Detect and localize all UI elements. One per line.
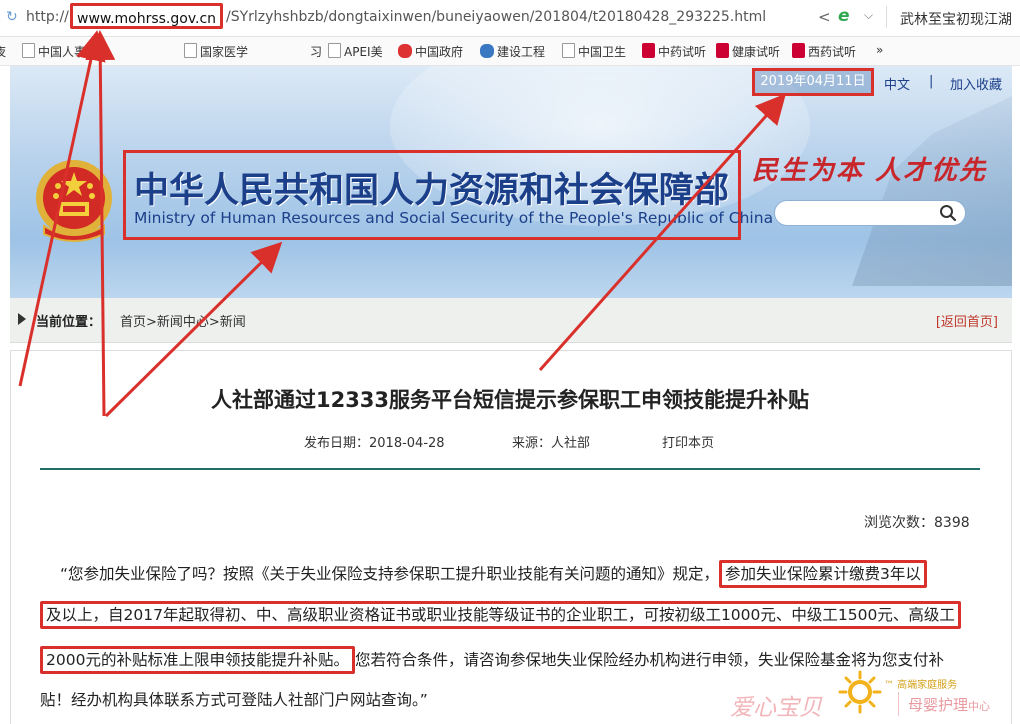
site-date-highlight: 2019年04月11日	[752, 68, 874, 96]
national-emblem-icon	[36, 160, 112, 242]
site-search-input[interactable]	[774, 200, 966, 226]
bookmark-item[interactable]: 建设工程	[480, 43, 545, 60]
add-favorite-link[interactable]: 加入收藏	[950, 74, 1002, 93]
title-divider	[40, 468, 980, 470]
publish-date: 发布日期：2018-04-28	[304, 436, 445, 451]
globe-icon	[480, 44, 494, 58]
highlighted-text: 参加失业保险累计缴费3年以	[719, 560, 927, 588]
play-icon	[642, 43, 655, 58]
watermark-brand: 母婴护理中心	[908, 696, 991, 714]
divider	[898, 692, 899, 716]
share-icon[interactable]: <	[818, 8, 831, 26]
divider: |	[929, 74, 934, 89]
article-source: 来源：人社部	[512, 436, 591, 451]
search-engine-icon[interactable]: e	[838, 6, 850, 26]
search-icon[interactable]	[939, 204, 957, 222]
great-wall-decoration	[852, 96, 1012, 286]
bookmark-fragment[interactable]: 习	[310, 43, 322, 60]
paragraph-line: 及以上，自2017年起取得初、中、高级职业资格证书或职业技能等级证书的企业职工，…	[40, 601, 961, 629]
ministry-title-en: Ministry of Human Resources and Social S…	[134, 209, 774, 227]
paragraph-line: 2000元的补贴标准上限申领技能提升补贴。 您若符合条件，请咨询参保地失业保险经办…	[40, 646, 944, 674]
bookmark-item[interactable]: 中国政府	[398, 43, 463, 60]
bookmark-item[interactable]: 中国人事	[22, 43, 86, 60]
url-domain-highlighted: www.mohrss.gov.cn	[70, 3, 224, 29]
sun-logo-icon	[838, 670, 882, 714]
back-home-link[interactable]: [返回首页]	[936, 311, 998, 330]
highlighted-text: 及以上，自2017年起取得初、中、高级职业资格证书或职业技能等级证书的企业职工，…	[40, 601, 961, 629]
play-icon	[716, 43, 729, 58]
breadcrumb-path[interactable]: 首页>新闻中心>新闻	[120, 311, 246, 330]
page-icon	[562, 43, 575, 58]
url-path: /SYrlzyhshbzb/dongtaixinwen/buneiyaowen/…	[226, 9, 767, 25]
page-icon	[184, 43, 197, 58]
refresh-icon[interactable]: ↻	[6, 10, 20, 24]
page-icon	[328, 43, 341, 58]
watermark-text: 爱心宝贝	[730, 695, 822, 721]
bookmark-item[interactable]: 健康试听	[716, 43, 780, 60]
bookmark-item[interactable]: 国家医学	[184, 43, 248, 60]
divider	[886, 6, 887, 28]
bookmarks-bar: 夜 中国人事 国家医学 习 APEI美 中国政府 建设工程 中国卫生 中药试听 …	[0, 37, 1020, 66]
play-icon	[18, 313, 26, 325]
url-protocol: http://	[26, 9, 69, 25]
emblem-icon	[398, 44, 412, 58]
play-icon	[792, 43, 805, 58]
chevron-down-icon[interactable]: ⌵	[864, 8, 873, 23]
bookmark-item[interactable]: APEI美	[328, 43, 383, 60]
view-count: 浏览次数：8398	[864, 515, 970, 531]
site-header: 中华人民共和国人力资源和社会保障部 Ministry of Human Reso…	[10, 66, 1012, 298]
watermark-tagline: ™ 高端家庭服务	[884, 680, 958, 691]
bookmark-item[interactable]: 中国卫生	[562, 43, 626, 60]
site-slogan: 民生为本 人才优先	[752, 156, 988, 186]
print-link[interactable]: 打印本页	[662, 432, 714, 451]
address-bar[interactable]: ↻ http:// www.mohrss.gov.cn /SYrlzyhshbz…	[0, 0, 1020, 37]
ministry-title-cn: 中华人民共和国人力资源和社会保障部	[134, 171, 730, 211]
page-icon	[22, 43, 35, 58]
bookmark-fragment[interactable]: 夜	[0, 43, 6, 60]
paragraph-line: 贴！经办机构具体联系方式可登陆人社部门户网站查询。”	[40, 691, 428, 709]
bookmark-item[interactable]: 西药试听	[792, 43, 856, 60]
chevron-right-icon[interactable]: »	[876, 43, 883, 57]
paragraph-line: “您参加失业保险了吗？按照《关于失业保险支持参保职工提升职业技能有关问题的通知》…	[60, 560, 927, 588]
highlighted-text: 2000元的补贴标准上限申领技能提升补贴。	[40, 646, 355, 674]
breadcrumb: 当前位置： 首页>新闻中心>新闻 [返回首页]	[10, 298, 1012, 343]
article-title: 人社部通过12333服务平台短信提示参保职工申领技能提升补贴	[210, 388, 810, 412]
side-search-text[interactable]: 武林至宝初现江湖	[900, 9, 1012, 29]
breadcrumb-label: 当前位置：	[36, 315, 102, 330]
lang-link-cn[interactable]: 中文	[884, 74, 910, 93]
bookmark-item[interactable]: 中药试听	[642, 43, 706, 60]
